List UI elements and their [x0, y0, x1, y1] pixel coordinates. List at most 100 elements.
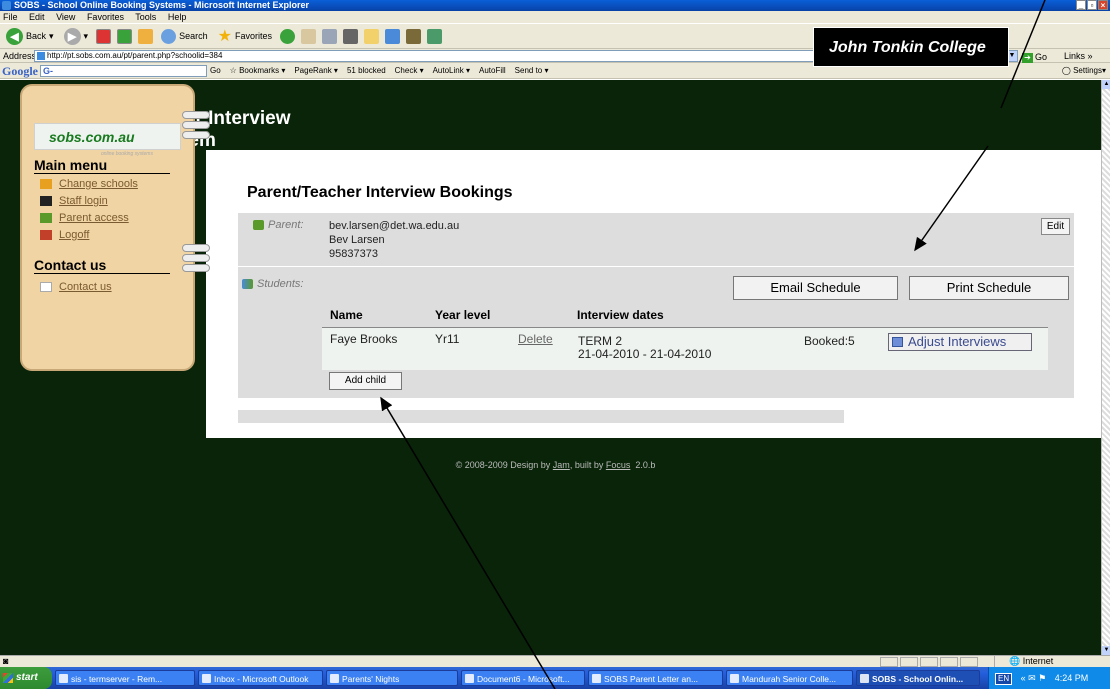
- check-label: Check: [394, 66, 418, 75]
- spellcheck-button[interactable]: Check ▾: [395, 63, 424, 79]
- add-child-button[interactable]: Add child: [329, 372, 402, 390]
- taskbar: start sis - termserver - Rem... Inbox - …: [0, 667, 1110, 689]
- sidebar-item-contact-us[interactable]: Contact us: [40, 281, 112, 293]
- sidebar-item-label: Staff login: [59, 195, 108, 207]
- sendto-button[interactable]: Send to ▾: [515, 63, 549, 79]
- parent-email: bev.larsen@det.wa.edu.au: [329, 220, 460, 232]
- task-button[interactable]: sis - termserver - Rem...: [55, 670, 195, 686]
- research-icon[interactable]: [405, 28, 421, 44]
- contact-us-heading: Contact us: [34, 257, 170, 274]
- minimize-button[interactable]: _: [1076, 0, 1086, 10]
- go-button[interactable]: ➔ Go: [1022, 50, 1047, 64]
- pencil-icon: [40, 179, 52, 189]
- email-schedule-button[interactable]: Email Schedule: [733, 276, 898, 300]
- links-button[interactable]: Links »: [1064, 49, 1093, 63]
- menu-favorites[interactable]: Favorites: [87, 12, 124, 22]
- go-label: Go: [1035, 52, 1048, 62]
- main-menu-heading: Main menu: [34, 157, 170, 174]
- blocked-label: 51 blocked: [346, 66, 386, 75]
- status-panes: [880, 657, 978, 667]
- google-logo: Google: [2, 64, 38, 78]
- close-button[interactable]: ×: [1098, 0, 1108, 10]
- sidebar-item-label: Logoff: [59, 229, 90, 241]
- maximize-button[interactable]: ▫: [1087, 0, 1097, 10]
- person-icon: [253, 220, 264, 230]
- menu-edit[interactable]: Edit: [29, 12, 45, 22]
- star-icon: ★: [217, 28, 232, 45]
- google-settings-button[interactable]: ◯ Settings▾: [1062, 63, 1106, 79]
- task-button-active[interactable]: SOBS - School Onlin...: [856, 670, 980, 686]
- menu-tools[interactable]: Tools: [135, 12, 156, 22]
- task-button[interactable]: Parents' Nights: [326, 670, 458, 686]
- dropdown-icon: ▾: [49, 30, 54, 41]
- scroll-up-icon[interactable]: ▲: [1102, 80, 1110, 89]
- parent-phone: 95837373: [329, 248, 378, 260]
- google-search-input[interactable]: G-: [40, 65, 207, 77]
- page-icon: [37, 52, 45, 60]
- edit-page-icon[interactable]: [342, 28, 358, 44]
- google-go-button[interactable]: Go: [210, 63, 221, 79]
- print-schedule-button[interactable]: Print Schedule: [909, 276, 1069, 300]
- binder-rings-top: [182, 111, 210, 141]
- bookmarks-button[interactable]: ☆ Bookmarks ▾: [230, 63, 286, 79]
- window-title: SOBS - School Online Booking Systems - M…: [14, 0, 310, 10]
- favorites-button[interactable]: ★ Favorites: [216, 26, 274, 46]
- built-by-link[interactable]: Focus: [606, 460, 631, 470]
- task-button[interactable]: SOBS Parent Letter an...: [588, 670, 723, 686]
- sidebar-item-label: Change schools: [59, 178, 138, 190]
- bookmarks-label: Bookmarks: [239, 66, 280, 75]
- menu-help[interactable]: Help: [168, 12, 187, 22]
- clock: 4:24 PM: [1054, 673, 1089, 683]
- sidebar-item-staff-login[interactable]: Staff login: [40, 195, 108, 207]
- task-button[interactable]: Mandurah Senior Colle...: [726, 670, 853, 686]
- forward-button[interactable]: ▶ ▾: [62, 26, 91, 46]
- folder-icon[interactable]: [363, 28, 379, 44]
- person-icon: [40, 213, 52, 223]
- print-icon[interactable]: [321, 28, 337, 44]
- autofill-button[interactable]: AutoFill: [479, 63, 506, 79]
- menu-file[interactable]: File: [3, 12, 18, 22]
- sidebar-item-change-schools[interactable]: Change schools: [40, 178, 138, 190]
- pagerank-button[interactable]: PageRank ▾: [294, 63, 338, 79]
- vertical-scrollbar[interactable]: ▲ ▼: [1101, 80, 1110, 655]
- back-label: Back: [26, 31, 47, 41]
- adjust-interviews-button[interactable]: Adjust Interviews: [888, 333, 1032, 351]
- menu-view[interactable]: View: [56, 12, 75, 22]
- language-indicator[interactable]: EN: [995, 673, 1013, 685]
- status-bar: ◙ 🌐 Internet: [0, 655, 1110, 668]
- address-url: http://pt.sobs.com.au/pt/parent.php?scho…: [47, 51, 223, 60]
- back-button[interactable]: ◀ Back ▾: [4, 26, 56, 46]
- column-header-year: Year level: [435, 308, 491, 322]
- autolink-button[interactable]: AutoLink ▾: [433, 63, 470, 79]
- home-icon[interactable]: [138, 28, 154, 44]
- sidebar-item-logoff[interactable]: Logoff: [40, 229, 89, 241]
- stop-icon[interactable]: [96, 28, 112, 44]
- footer-prefix: © 2008-2009 Design by: [455, 460, 551, 470]
- design-link[interactable]: Jam: [553, 460, 570, 470]
- autofill-label: AutoFill: [478, 66, 506, 75]
- page-title: Parent/Teacher Interview Bookings: [247, 184, 513, 201]
- parent-label-text: Parent:: [268, 219, 304, 231]
- refresh-icon[interactable]: [117, 28, 133, 44]
- door-icon: [40, 230, 52, 240]
- people-icon[interactable]: [426, 28, 442, 44]
- sidebar-item-parent-access[interactable]: Parent access: [40, 212, 129, 224]
- edit-button[interactable]: Edit: [1041, 218, 1070, 235]
- column-header-dates: Interview dates: [577, 308, 664, 322]
- sobs-site-logo[interactable]: sobs.com.au online booking systems: [34, 123, 181, 157]
- task-button[interactable]: Inbox - Microsoft Outlook: [198, 670, 323, 686]
- messenger-icon[interactable]: [384, 28, 400, 44]
- mail-icon[interactable]: [300, 28, 316, 44]
- task-button[interactable]: Document6 - Microsoft...: [461, 670, 585, 686]
- scroll-down-icon[interactable]: ▼: [1102, 646, 1110, 655]
- binder-rings-bottom: [182, 244, 210, 274]
- start-button[interactable]: start: [0, 667, 52, 689]
- delete-link[interactable]: Delete: [518, 333, 553, 346]
- search-label: Search: [179, 31, 208, 41]
- favorites-label: Favorites: [234, 31, 272, 41]
- history-icon[interactable]: [279, 28, 295, 44]
- footer-version: 2.0.b: [635, 460, 656, 470]
- popup-blocker-button[interactable]: 51 blocked: [347, 63, 386, 79]
- search-button[interactable]: Search: [159, 26, 210, 46]
- window-controls: _ ▫ ×: [1076, 0, 1108, 11]
